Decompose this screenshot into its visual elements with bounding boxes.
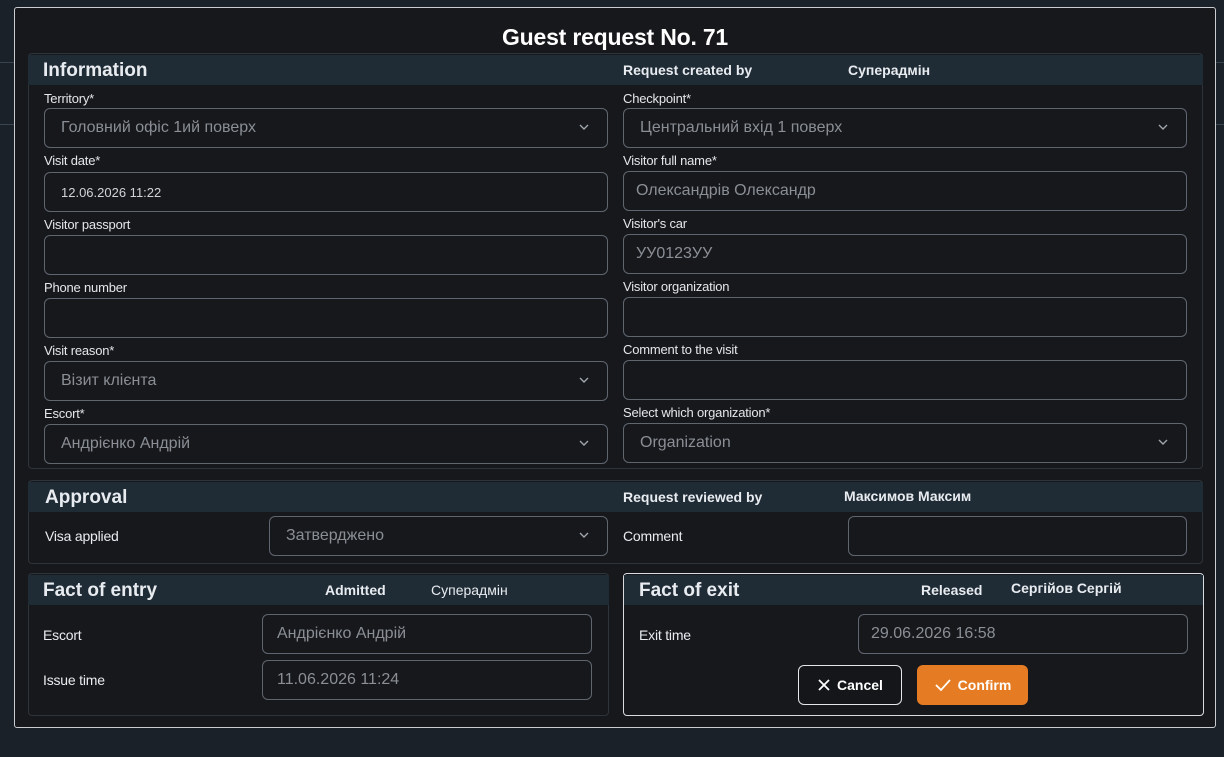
phone-number-label: Phone number [44, 280, 127, 295]
checkpoint-value: Центральний вхід 1 поверх [640, 119, 843, 136]
visit-reason-label: Visit reason* [44, 343, 115, 358]
visit-date-value: 12.06.2026 11:22 [61, 184, 162, 200]
visitor-organization-label: Visitor organization [623, 279, 730, 294]
visitor-full-name-value: Олександрів Олександр [636, 182, 816, 199]
exit-header-bar: Fact of exit Released Сергійов Сергій [624, 575, 1203, 605]
confirm-button[interactable]: Confirm [917, 665, 1028, 705]
chevron-down-icon [1158, 124, 1168, 130]
close-icon [818, 679, 830, 691]
comment-visit-input[interactable] [623, 360, 1187, 400]
entry-header-bar: Fact of entry Admitted Суперадмін [28, 575, 609, 605]
visit-reason-select[interactable]: Візит клієнта [44, 361, 608, 401]
reviewed-by-label: Request reviewed by [623, 489, 763, 505]
reviewed-by-value: Максимов Максим [844, 488, 972, 504]
escort-value: Андрієнко Андрій [61, 435, 191, 452]
check-icon [935, 679, 951, 692]
entry-escort-label: Escort [43, 627, 82, 643]
visa-applied-label: Visa applied [45, 528, 119, 544]
approval-title: Approval [45, 487, 128, 508]
created-by-value: Суперадмін [848, 62, 931, 78]
cancel-label: Cancel [837, 677, 883, 693]
exit-time-input[interactable]: 29.06.2026 16:58 [858, 614, 1188, 654]
chevron-down-icon [579, 440, 589, 446]
exit-time-value: 29.06.2026 16:58 [871, 625, 996, 642]
visitor-car-input[interactable]: УУ0123УУ [623, 234, 1187, 274]
phone-number-input[interactable] [44, 298, 608, 338]
information-header-bar: Information Request created by Суперадмі… [28, 55, 1203, 85]
guest-request-modal: Guest request No. 71 Information Request… [14, 7, 1216, 728]
chevron-down-icon [579, 124, 589, 130]
chevron-down-icon [579, 377, 589, 383]
entry-escort-value: Андрієнко Андрій [277, 625, 407, 642]
entry-escort-input[interactable]: Андрієнко Андрій [262, 614, 592, 654]
issue-time-label: Issue time [43, 672, 105, 688]
exit-title: Fact of exit [639, 580, 740, 601]
visitor-car-label: Visitor's car [623, 216, 687, 231]
confirm-label: Confirm [957, 677, 1012, 693]
territory-select[interactable]: Головний офіс 1ий поверх [44, 108, 608, 148]
territory-label: Territory* [44, 91, 95, 106]
visa-value: Затверджено [286, 527, 384, 544]
escort-label: Escort* [44, 406, 85, 421]
admitted-value: Суперадмін [431, 582, 508, 598]
approval-comment-input[interactable] [848, 516, 1187, 556]
visa-select[interactable]: Затверджено [269, 516, 608, 556]
visitor-passport-label: Visitor passport [44, 217, 131, 232]
information-title: Information [43, 60, 148, 81]
entry-title: Fact of entry [43, 580, 158, 601]
chevron-down-icon [1158, 439, 1168, 445]
admitted-label: Admitted [325, 582, 386, 598]
cancel-button[interactable]: Cancel [798, 665, 902, 705]
checkpoint-select[interactable]: Центральний вхід 1 поверх [623, 108, 1187, 148]
visit-date-input[interactable]: 12.06.2026 11:22 [44, 172, 608, 212]
visitor-full-name-label: Visitor full name* [623, 153, 717, 168]
checkpoint-label: Checkpoint* [623, 91, 691, 106]
organization-value: Organization [640, 434, 731, 451]
chevron-down-icon [579, 532, 589, 538]
visit-date-label: Visit date* [44, 153, 101, 168]
visitor-organization-input[interactable] [623, 297, 1187, 337]
select-organization-label: Select which organization* [623, 405, 771, 420]
comment-label: Comment [623, 528, 683, 544]
visitor-passport-input[interactable] [44, 235, 608, 275]
territory-value: Головний офіс 1ий поверх [61, 119, 256, 136]
visit-reason-value: Візит клієнта [61, 372, 157, 389]
escort-select[interactable]: Андрієнко Андрій [44, 424, 608, 464]
released-value: Сергійов Сергій [1011, 580, 1122, 596]
visitor-car-value: УУ0123УУ [636, 245, 713, 262]
released-label: Released [921, 582, 983, 598]
comment-visit-label: Comment to the visit [623, 342, 738, 357]
organization-select[interactable]: Organization [623, 423, 1187, 463]
exit-time-label: Exit time [639, 627, 691, 643]
issue-time-input[interactable]: 11.06.2026 11:24 [262, 660, 592, 700]
modal-title: Guest request No. 71 [501, 24, 729, 50]
approval-header-bar: Approval Request reviewed by Максимов Ма… [28, 482, 1203, 512]
created-by-label: Request created by [623, 62, 753, 78]
issue-time-value: 11.06.2026 11:24 [277, 671, 400, 688]
visitor-full-name-input[interactable]: Олександрів Олександр [623, 171, 1187, 211]
